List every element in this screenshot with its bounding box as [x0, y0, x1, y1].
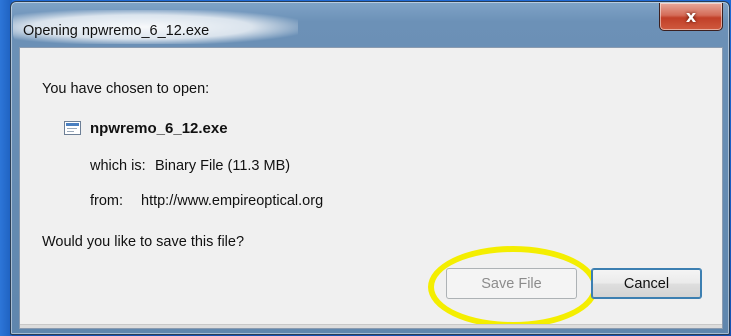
close-icon: x	[685, 7, 697, 26]
title-bar[interactable]: Opening npwremo_6_12.exe x	[11, 2, 729, 46]
file-type-value: Binary File (11.3 MB)	[155, 158, 291, 174]
source-url: http://www.empireoptical.org	[141, 193, 324, 209]
window-title: Opening npwremo_6_12.exe	[23, 23, 210, 39]
dialog-bottom-border	[20, 324, 722, 328]
dialog-body: You have chosen to open: npwremo_6_12.ex…	[19, 47, 723, 329]
file-icon-line	[67, 128, 77, 129]
save-question: Would you like to save this file?	[42, 234, 245, 250]
download-dialog: Opening npwremo_6_12.exe x You have chos…	[10, 1, 730, 335]
which-is-label: which is:	[90, 158, 146, 174]
file-icon-titlebar	[66, 123, 79, 126]
executable-file-icon	[64, 121, 81, 135]
save-file-button[interactable]: Save File	[446, 268, 577, 299]
file-icon-line	[67, 131, 74, 132]
intro-text: You have chosen to open:	[42, 81, 210, 97]
close-button[interactable]: x	[659, 3, 723, 31]
file-name: npwremo_6_12.exe	[90, 120, 228, 137]
cancel-button[interactable]: Cancel	[591, 268, 702, 299]
from-label: from:	[90, 193, 124, 209]
